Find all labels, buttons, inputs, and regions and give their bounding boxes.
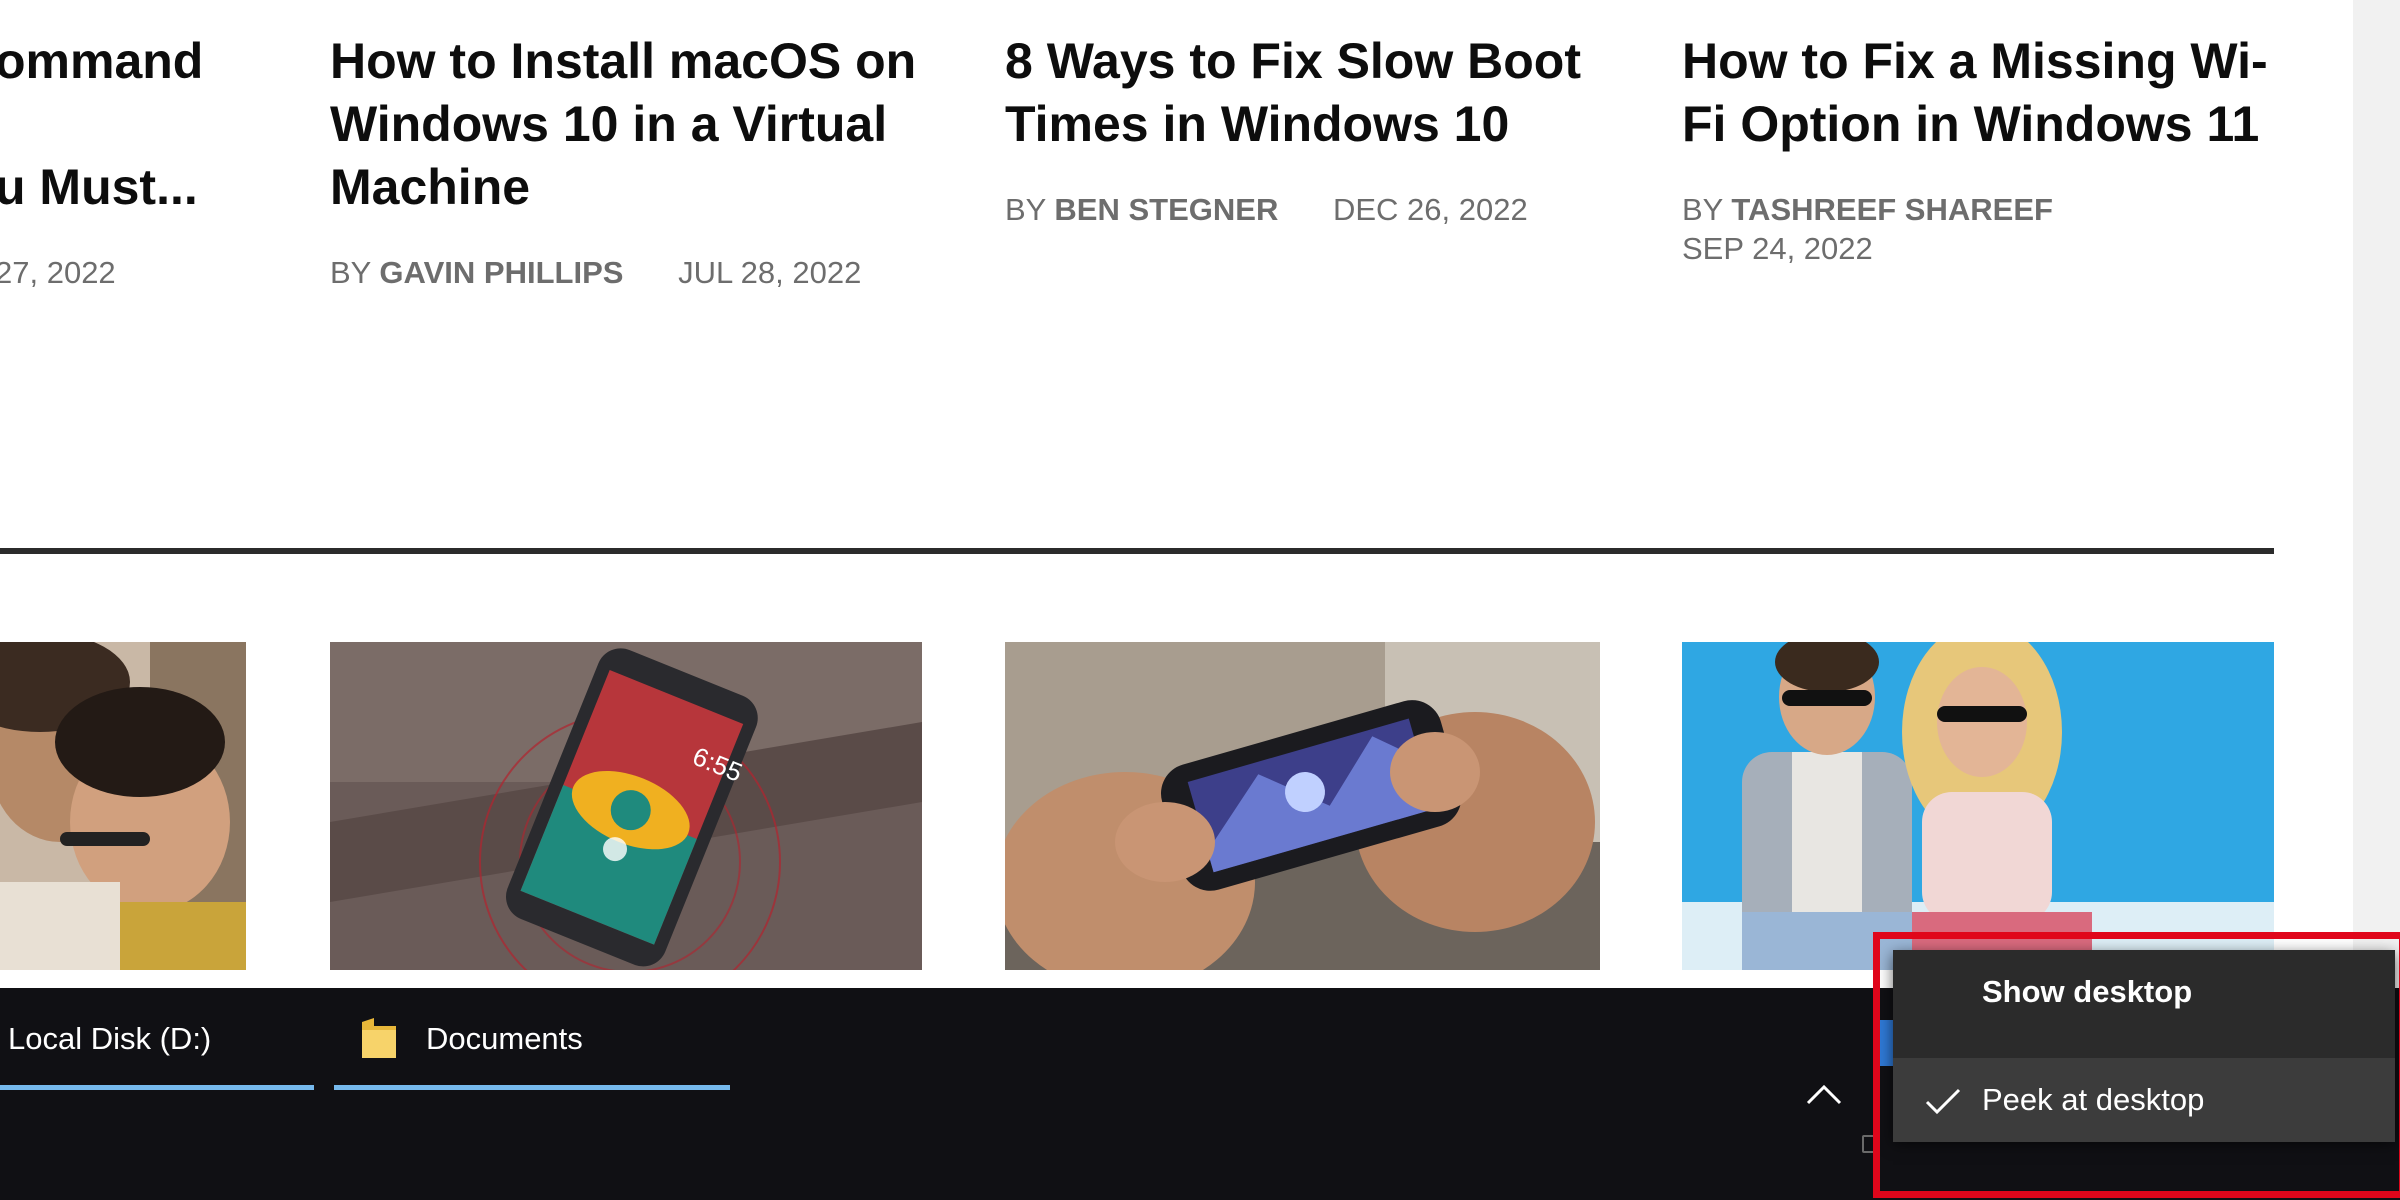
taskbar-button-local-disk[interactable]: Local Disk (D:) (0, 988, 314, 1090)
article-title-line: u Must... (0, 159, 198, 215)
article-title-line: How to Fix a Missing Wi- (1682, 33, 2268, 89)
article-title-line: ommand (0, 33, 204, 89)
article-meta: BY GAVIN PHILLIPS JUL 28, 2022 (330, 253, 916, 292)
article-title-line: Times in Windows 10 (1005, 96, 1510, 152)
article-title[interactable]: ommand u Must... (0, 30, 203, 219)
article-title-line: 8 Ways to Fix Slow Boot (1005, 33, 1581, 89)
article-card-3[interactable]: 8 Ways to Fix Slow Boot Times in Windows… (1005, 30, 1581, 229)
active-indicator (0, 1085, 314, 1090)
article-author[interactable]: GAVIN PHILLIPS (379, 255, 623, 290)
article-by: BY (330, 255, 371, 290)
article-title[interactable]: How to Install macOS on Windows 10 in a … (330, 30, 916, 219)
article-date: DEC 26, 2022 (1332, 192, 1528, 227)
article-title-line: Machine (330, 159, 531, 215)
article-meta: BY TASHREEF SHAREEF SEP 24, 2022 (1682, 190, 2268, 268)
article-date: 27, 2022 (0, 255, 116, 290)
chevron-up-icon[interactable] (1800, 1075, 1848, 1115)
article-title-line: Windows 10 in a Virtual (330, 96, 888, 152)
article-by: BY (1005, 192, 1046, 227)
article-by: BY (1682, 192, 1723, 227)
article-author[interactable]: BEN STEGNER (1054, 192, 1278, 227)
article-thumbnail-1[interactable] (0, 642, 246, 970)
article-date: JUL 28, 2022 (678, 255, 862, 290)
taskbar-button-documents[interactable]: Documents (334, 988, 730, 1090)
article-thumbnail-3[interactable] (1005, 642, 1600, 970)
couple-photo-icon (1682, 642, 2274, 970)
article-title[interactable]: How to Fix a Missing Wi- Fi Option in Wi… (1682, 30, 2268, 156)
article-card-4[interactable]: How to Fix a Missing Wi- Fi Option in Wi… (1682, 30, 2268, 268)
article-title-line: How to Install macOS on (330, 33, 917, 89)
section-divider (0, 548, 2274, 554)
annotation-highlight-box (1873, 932, 2400, 1198)
active-indicator (334, 1085, 730, 1090)
article-meta: 27, 2022 (0, 253, 203, 292)
article-card-2[interactable]: How to Install macOS on Windows 10 in a … (330, 30, 916, 292)
page-scrollbar[interactable] (2353, 0, 2400, 988)
article-thumbnail-4[interactable] (1682, 642, 2274, 970)
taskbar-button-label: Local Disk (D:) (8, 1021, 212, 1056)
article-title[interactable]: 8 Ways to Fix Slow Boot Times in Windows… (1005, 30, 1581, 156)
article-title-line: Fi Option in Windows 11 (1682, 96, 2260, 152)
article-thumbnail-2[interactable]: 6:55 (330, 642, 922, 970)
article-date: SEP 24, 2022 (1682, 231, 1873, 266)
mobile-gaming-photo-icon (1005, 642, 1600, 970)
taskbar-button-label: Documents (426, 1021, 583, 1056)
article-card-1[interactable]: ommand u Must... 27, 2022 (0, 30, 203, 292)
smartphone-eye-photo-icon: 6:55 (330, 642, 922, 970)
people-photo-icon (0, 642, 246, 970)
article-meta: BY BEN STEGNER DEC 26, 2022 (1005, 190, 1581, 229)
folder-icon (362, 1018, 396, 1058)
article-author[interactable]: TASHREEF SHAREEF (1731, 192, 2053, 227)
